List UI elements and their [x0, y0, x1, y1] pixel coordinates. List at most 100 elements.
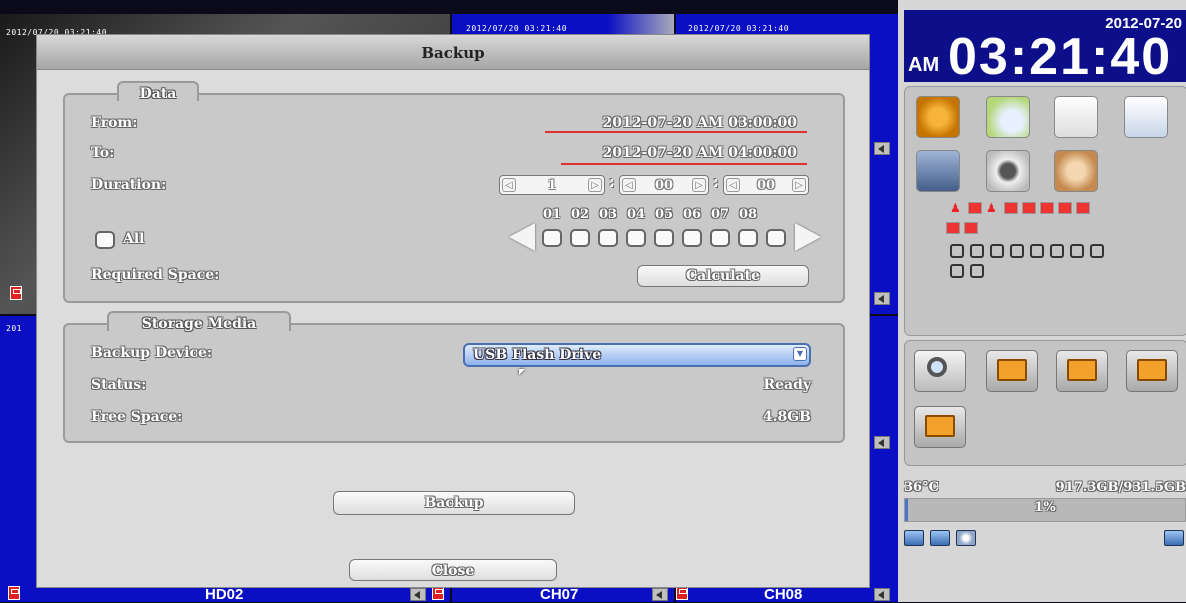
lock-icon: [1030, 244, 1044, 258]
pip-layout-icon: [997, 359, 1027, 381]
duration-hours-value: 1: [547, 178, 557, 193]
channel-checkbox-07[interactable]: [710, 229, 730, 247]
close-button[interactable]: Close: [349, 559, 557, 581]
channel-checkbox-08[interactable]: [738, 229, 758, 247]
zoom-icon: [927, 357, 947, 377]
chevron-down-icon[interactable]: ▼: [793, 347, 807, 361]
pip-layout-button[interactable]: [986, 350, 1038, 392]
duration-minutes-value: 00: [654, 178, 674, 193]
camera-label: CH07: [540, 586, 579, 603]
channel-prev-arrow-icon[interactable]: [509, 223, 535, 251]
audio-icon[interactable]: [652, 588, 668, 601]
decrement-icon[interactable]: ◁: [726, 178, 740, 192]
backup-disc-icon[interactable]: [986, 96, 1030, 138]
single-layout-icon: [1067, 359, 1097, 381]
zoom-button[interactable]: [914, 350, 966, 392]
channel-checkbox-extra[interactable]: [766, 229, 786, 247]
alarm-icon: [968, 202, 982, 214]
channel-number: 04: [626, 207, 646, 222]
channel-checkbox-03[interactable]: [598, 229, 618, 247]
decrement-icon[interactable]: ◁: [502, 178, 516, 192]
lock-icon: [990, 244, 1004, 258]
camera-timestamp: 2012/07/20 03:21:40: [466, 24, 568, 33]
network-icon[interactable]: [904, 530, 924, 546]
audio-icon[interactable]: [874, 292, 890, 305]
lock-icon: [1090, 244, 1104, 258]
search-file-icon[interactable]: [1124, 96, 1168, 138]
disk-usage-readout: 917.3GB/931.5GB: [1055, 480, 1186, 495]
quad-layout-button[interactable]: [1126, 350, 1178, 392]
camera-search-icon[interactable]: [916, 150, 960, 192]
storage-media-group-title: Storage Media: [107, 311, 291, 332]
duration-seconds-value: 00: [756, 178, 776, 193]
channel-checkbox-05[interactable]: [654, 229, 674, 247]
user-icon[interactable]: [1164, 530, 1184, 546]
free-space-value: 4.8GB: [762, 409, 811, 425]
alarm-status-row: ♟ ♟: [950, 202, 1090, 214]
to-value[interactable]: 2012-07-20 AM 04:00:00: [507, 145, 797, 161]
record-icon: [10, 286, 22, 300]
required-space-label: Required Space:: [91, 267, 220, 283]
duration-label: Duration:: [91, 177, 167, 193]
increment-icon[interactable]: ▷: [588, 178, 602, 192]
increment-icon[interactable]: ▷: [792, 178, 806, 192]
alarm-icon: [1022, 202, 1036, 214]
audio-icon[interactable]: [874, 142, 890, 155]
duration-minutes-stepper[interactable]: ◁ 00 ▷: [619, 175, 709, 195]
from-underline: [545, 131, 807, 133]
time-separator: :: [609, 175, 615, 191]
webcam-icon[interactable]: [986, 150, 1030, 192]
mouse-cursor-icon: [519, 369, 525, 375]
backup-device-select[interactable]: USB Flash Drive ▼: [463, 343, 811, 367]
to-label: To:: [91, 145, 115, 161]
clock-ampm: AM: [908, 54, 940, 76]
lock-icon: [950, 244, 964, 258]
channel-checkbox-04[interactable]: [626, 229, 646, 247]
backup-dialog: Backup Data From: 2012-07-20 AM 03:00:00…: [36, 34, 870, 588]
channel-next-arrow-icon[interactable]: [795, 223, 821, 251]
audio-icon[interactable]: [874, 588, 890, 601]
record-icon: [432, 586, 444, 600]
quad-layout-icon: [1137, 359, 1167, 381]
settings-gear-icon[interactable]: [1054, 150, 1098, 192]
calculate-button[interactable]: Calculate: [637, 265, 809, 287]
playback-icon[interactable]: [916, 96, 960, 138]
lock-icon: [1070, 244, 1084, 258]
channel-checkbox-01[interactable]: [542, 229, 562, 247]
increment-icon[interactable]: ▷: [692, 178, 706, 192]
dialog-title: Backup: [37, 35, 869, 70]
lock-icon: [970, 264, 984, 278]
disc-icon[interactable]: [956, 530, 976, 546]
lock-icon: [970, 244, 984, 258]
backup-button[interactable]: Backup: [333, 491, 575, 515]
audio-icon[interactable]: [874, 436, 890, 449]
disk-usage-bar: 1%: [904, 498, 1186, 522]
channel-checkbox-06[interactable]: [682, 229, 702, 247]
backup-device-label: Backup Device:: [91, 345, 213, 361]
status-label: Status:: [91, 377, 147, 393]
duration-hours-stepper[interactable]: ◁ 1 ▷: [499, 175, 605, 195]
alarm-icon: [1040, 202, 1054, 214]
channel-number: 08: [738, 207, 758, 222]
temperature-readout: 36°C: [904, 480, 939, 495]
time-separator: :: [713, 175, 719, 191]
channel-checkbox-02[interactable]: [570, 229, 590, 247]
all-channels-checkbox[interactable]: [95, 231, 115, 249]
audio-icon[interactable]: [410, 588, 426, 601]
duration-seconds-stepper[interactable]: ◁ 00 ▷: [723, 175, 809, 195]
all-channels-label: All: [123, 231, 145, 247]
single-layout-button[interactable]: [1056, 350, 1108, 392]
log-list-icon[interactable]: [1054, 96, 1098, 138]
channel-number: 03: [598, 207, 618, 222]
usb-icon[interactable]: [930, 530, 950, 546]
record-icon: [676, 586, 688, 600]
nine-layout-button[interactable]: [914, 406, 966, 448]
camera-label: HD02: [205, 586, 244, 603]
from-value[interactable]: 2012-07-20 AM 03:00:00: [507, 115, 797, 131]
lock-icon: [1050, 244, 1064, 258]
alarm-icon: [1004, 202, 1018, 214]
channel-number: 06: [682, 207, 702, 222]
lock-icon: [950, 264, 964, 278]
decrement-icon[interactable]: ◁: [622, 178, 636, 192]
nine-layout-icon: [925, 415, 955, 437]
